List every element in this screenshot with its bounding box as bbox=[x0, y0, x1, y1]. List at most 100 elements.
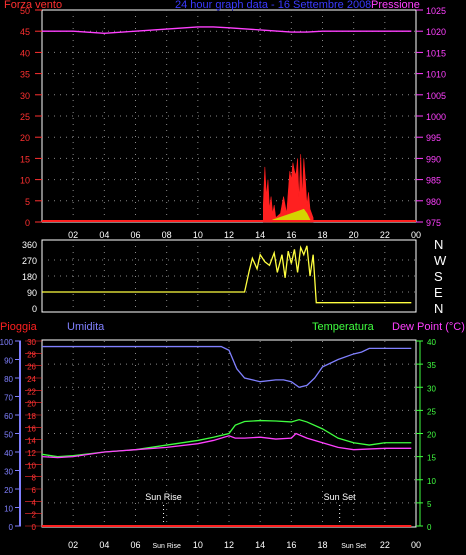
right-tick-label: 995 bbox=[426, 133, 441, 143]
left-tick-label: 45 bbox=[20, 27, 30, 37]
x-tick-label: 16 bbox=[286, 540, 296, 550]
temp-tick-label: 5 bbox=[427, 500, 432, 509]
umidita-tick-label: 10 bbox=[4, 505, 13, 514]
x-tick-label: 10 bbox=[193, 230, 203, 240]
pioggia-tick-label: 10 bbox=[27, 461, 36, 470]
x-tick-label: Sun Rise bbox=[152, 543, 181, 550]
x-tick-label: 14 bbox=[255, 540, 265, 550]
x-tick-label: 22 bbox=[380, 540, 390, 550]
temp-tick-label: 25 bbox=[427, 407, 436, 416]
pioggia-tick-label: 12 bbox=[27, 449, 36, 458]
x-tick-label: 02 bbox=[68, 230, 78, 240]
x-tick-label: 02 bbox=[68, 540, 78, 550]
umidita-tick-label: 80 bbox=[4, 375, 13, 384]
pioggia-tick-label: 18 bbox=[27, 412, 36, 421]
x-tick-label: 10 bbox=[193, 540, 203, 550]
pioggia-tick-label: 4 bbox=[32, 498, 37, 507]
compass-label: N bbox=[434, 237, 443, 252]
temp-tick-label: 40 bbox=[427, 338, 436, 347]
left-tick-label: 5 bbox=[25, 197, 30, 207]
temp-tick-label: 35 bbox=[427, 361, 436, 370]
umidita-tick-label: 90 bbox=[4, 357, 13, 366]
left-tick-label: 35 bbox=[20, 70, 30, 80]
umidita-tick-label: 100 bbox=[0, 338, 14, 347]
pioggia-tick-label: 16 bbox=[27, 424, 36, 433]
pioggia-tick-label: 6 bbox=[32, 486, 37, 495]
temp-tick-label: 30 bbox=[427, 384, 436, 393]
left-tick-label: 30 bbox=[20, 91, 30, 101]
right-tick-label: 1015 bbox=[426, 48, 446, 58]
umidita-tick-label: 60 bbox=[4, 412, 13, 421]
annotation-label: Sun Set bbox=[324, 492, 357, 502]
top-left-axis-label: Forza vento bbox=[4, 0, 62, 11]
x-tick-label: 18 bbox=[317, 230, 327, 240]
left-tick-label: 25 bbox=[20, 112, 30, 122]
x-tick-label: 22 bbox=[380, 230, 390, 240]
compass-label: S bbox=[434, 269, 443, 284]
chart-title: 24 hour graph data - 16 Settembre 2008 bbox=[175, 0, 371, 11]
x-tick-label: 12 bbox=[224, 540, 234, 550]
pioggia-tick-label: 0 bbox=[32, 523, 37, 532]
umidita-tick-label: 40 bbox=[4, 449, 13, 458]
pioggia-tick-label: 30 bbox=[27, 338, 36, 347]
direction-tick-label: 90 bbox=[27, 288, 37, 298]
umidita-tick-label: 20 bbox=[4, 486, 13, 495]
pioggia-tick-label: 22 bbox=[27, 387, 36, 396]
compass-label: N bbox=[434, 301, 443, 316]
right-tick-label: 975 bbox=[426, 218, 441, 228]
weather-chart: 05101520253035404550 9759809859909951000… bbox=[0, 0, 466, 555]
right-tick-label: 1020 bbox=[426, 27, 446, 37]
x-tick-label: 04 bbox=[99, 540, 109, 550]
left-tick-label: 15 bbox=[20, 154, 30, 164]
pioggia-tick-label: 24 bbox=[27, 375, 36, 384]
right-tick-label: 990 bbox=[426, 154, 441, 164]
direction-tick-label: 270 bbox=[22, 256, 37, 266]
x-tick-label: 00 bbox=[411, 540, 421, 550]
temperatura-label: Temperatura bbox=[312, 321, 375, 333]
x-tick-label: 14 bbox=[255, 230, 265, 240]
direction-tick-label: 0 bbox=[32, 304, 37, 314]
right-tick-label: 980 bbox=[426, 197, 441, 207]
left-tick-label: 20 bbox=[20, 133, 30, 143]
right-tick-label: 1005 bbox=[426, 91, 446, 101]
compass-label: E bbox=[434, 285, 443, 300]
pioggia-tick-label: 8 bbox=[32, 474, 37, 483]
pioggia-tick-label: 2 bbox=[32, 511, 37, 520]
x-tick-label: Sun Set bbox=[341, 543, 366, 550]
temp-tick-label: 20 bbox=[427, 431, 436, 440]
left-tick-label: 0 bbox=[25, 218, 30, 228]
x-tick-label: 18 bbox=[317, 540, 327, 550]
x-tick-label: 20 bbox=[349, 230, 359, 240]
temp-tick-label: 15 bbox=[427, 454, 436, 463]
left-tick-label: 10 bbox=[20, 176, 30, 186]
x-tick-label: 06 bbox=[130, 540, 140, 550]
temp-tick-label: 10 bbox=[427, 477, 436, 486]
annotation-label: Sun Rise bbox=[145, 492, 182, 502]
pioggia-tick-label: 26 bbox=[27, 363, 36, 372]
right-tick-label: 985 bbox=[426, 176, 441, 186]
right-tick-label: 1000 bbox=[426, 112, 446, 122]
temp-tick-label: 0 bbox=[427, 523, 432, 532]
x-tick-label: 12 bbox=[224, 230, 234, 240]
direction-tick-label: 180 bbox=[22, 272, 37, 282]
dewpoint-label: Dew Point (°C) bbox=[392, 321, 465, 333]
umidita-tick-label: 50 bbox=[4, 431, 13, 440]
pioggia-tick-label: 20 bbox=[27, 400, 36, 409]
umidita-tick-label: 70 bbox=[4, 394, 13, 403]
x-tick-label: 16 bbox=[286, 230, 296, 240]
x-tick-label: 00 bbox=[411, 230, 421, 240]
pioggia-tick-label: 14 bbox=[27, 437, 36, 446]
x-tick-label: 04 bbox=[99, 230, 109, 240]
x-tick-label: 06 bbox=[130, 230, 140, 240]
right-tick-label: 1025 bbox=[426, 6, 446, 16]
left-tick-label: 40 bbox=[20, 48, 30, 58]
pioggia-tick-label: 28 bbox=[27, 350, 36, 359]
umidita-label: Umidita bbox=[67, 321, 105, 333]
x-tick-label: 08 bbox=[162, 230, 172, 240]
umidita-tick-label: 0 bbox=[9, 523, 14, 532]
top-right-axis-label: Pressione bbox=[371, 0, 420, 11]
right-tick-label: 1010 bbox=[426, 70, 446, 80]
direction-tick-label: 360 bbox=[22, 240, 37, 250]
pioggia-label: Pioggia bbox=[0, 321, 38, 333]
compass-label: W bbox=[434, 253, 447, 268]
